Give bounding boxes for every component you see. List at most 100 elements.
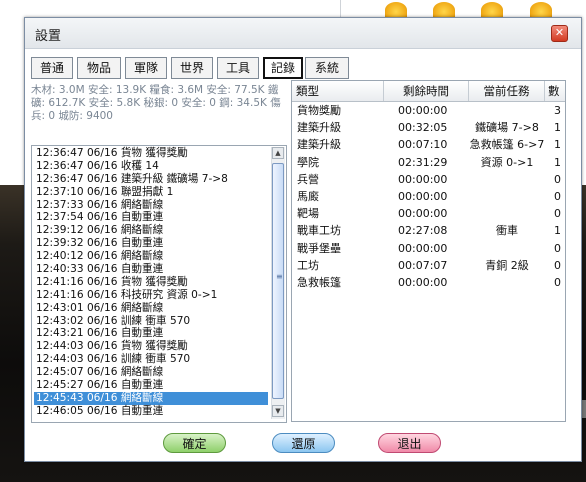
task-type: 急救帳篷 [297, 275, 341, 289]
scroll-down-icon[interactable]: ▼ [272, 405, 284, 417]
task-row[interactable]: 工坊 00:07:07 青銅 2級 0 [292, 257, 565, 274]
task-time: 02:27:08 [398, 224, 448, 238]
task-row[interactable]: 急救帳篷 00:00:00 0 [292, 274, 565, 291]
task-count: 0 [554, 207, 561, 221]
task-table-body: 貨物獎勵 00:00:00 3 建築升級 00:32:05 鐵礦場 7->8 1 建築升級 00… [292, 102, 565, 291]
close-button[interactable]: ✕ [551, 25, 568, 42]
tab-world[interactable]: 世界 [171, 57, 213, 79]
task-time: 00:00:00 [398, 172, 448, 186]
task-row[interactable]: 戰車工坊 02:27:08 衝車 1 [292, 222, 565, 239]
task-row[interactable]: 兵營 00:00:00 0 [292, 171, 565, 188]
task-count: 1 [554, 138, 561, 152]
log-row[interactable]: 12:36:47 06/16 建築升級 鐵礦場 7->8 [34, 173, 268, 186]
task-table: 類型 剩餘時間 當前任務 數 貨物獎勵 00:00:00 3 建築升級 00:32:05… [291, 80, 566, 422]
reset-button[interactable]: 還原 [272, 433, 335, 453]
log-row[interactable]: 12:37:54 06/16 自動重連 [34, 211, 268, 224]
ok-button[interactable]: 確定 [163, 433, 226, 453]
close-icon: ✕ [554, 26, 565, 39]
task-table-header: 類型 剩餘時間 當前任務 數 [292, 81, 565, 102]
exit-button[interactable]: 退出 [378, 433, 441, 453]
task-count: 0 [554, 172, 561, 186]
tab-tools[interactable]: 工具 [217, 57, 259, 79]
task-time: 00:32:05 [398, 121, 448, 135]
resource-summary: 木材: 3.0M 安全: 13.9K 糧食: 3.6M 安全: 77.5K 鐵礦… [31, 84, 281, 122]
task-time: 00:00:00 [398, 207, 448, 221]
task-time: 00:07:10 [398, 138, 448, 152]
task-type: 貨物獎勵 [297, 104, 341, 117]
log-listbox[interactable]: 12:36:47 06/16 貨物 獲得獎勵 12:36:47 06/16 收穫 … [31, 145, 287, 423]
log-row[interactable]: 12:36:47 06/16 貨物 獲得獎勵 [34, 147, 268, 160]
task-count: 0 [554, 241, 561, 255]
log-row[interactable]: 12:44:03 06/16 貨物 獲得獎勵 [34, 340, 268, 353]
log-row[interactable]: 12:39:32 06/16 自動重連 [34, 237, 268, 250]
log-row[interactable]: 12:39:12 06/16 網絡斷線 [34, 224, 268, 237]
log-row[interactable]: 12:40:12 06/16 網絡斷線 [34, 250, 268, 263]
task-count: 1 [554, 224, 561, 238]
task-row[interactable]: 建築升級 00:32:05 鐵礦場 7->8 1 [292, 119, 565, 136]
log-row[interactable]: 12:36:47 06/16 收穫 14 [34, 160, 268, 173]
task-time: 00:07:07 [398, 258, 448, 272]
task-current: 青銅 2級 [485, 258, 529, 272]
dialog-title: 設置 [35, 29, 62, 44]
task-count: 1 [554, 155, 561, 169]
task-time: 02:31:29 [398, 155, 448, 169]
tab-general[interactable]: 普通 [31, 57, 73, 79]
task-time: 00:00:00 [398, 241, 448, 255]
task-row[interactable]: 建築升級 00:07:10 急救帳篷 6->7 1 [292, 136, 565, 153]
col-current-task[interactable]: 當前任務 [469, 81, 545, 101]
task-row[interactable]: 馬廄 00:00:00 0 [292, 188, 565, 205]
emoji-icon [481, 2, 503, 18]
scroll-up-icon[interactable]: ▲ [272, 147, 284, 159]
tab-records[interactable]: 記錄 [263, 57, 303, 79]
task-time: 00:00:00 [398, 189, 448, 203]
task-count: 0 [554, 258, 561, 272]
task-row[interactable]: 貨物獎勵 00:00:00 3 [292, 102, 565, 119]
log-row[interactable]: 12:45:27 06/16 自動重連 [34, 379, 268, 392]
task-row[interactable]: 戰爭堡壘 00:00:00 0 [292, 240, 565, 257]
log-row[interactable]: 12:46:05 06/16 自動重連 [34, 405, 268, 418]
task-count: 0 [554, 275, 561, 289]
log-list: 12:36:47 06/16 貨物 獲得獎勵 12:36:47 06/16 收穫 … [34, 147, 268, 418]
col-remaining-time[interactable]: 剩餘時間 [384, 81, 469, 101]
task-type: 建築升級 [297, 121, 341, 135]
log-row[interactable]: 12:41:16 06/16 貨物 獲得獎勵 [34, 276, 268, 289]
task-type: 馬廄 [297, 189, 319, 203]
tab-system[interactable]: 系統 [305, 57, 349, 79]
task-current: 急救帳篷 6->7 [469, 138, 545, 152]
log-row[interactable]: 12:43:01 06/16 網絡斷線 [34, 302, 268, 315]
task-type: 學院 [297, 155, 319, 169]
task-time: 00:00:00 [398, 275, 448, 289]
tab-army[interactable]: 軍隊 [125, 57, 167, 79]
col-count[interactable]: 數 [545, 81, 565, 101]
task-count: 1 [554, 121, 561, 135]
task-current: 衝車 [496, 224, 518, 238]
col-type[interactable]: 類型 [292, 81, 384, 101]
log-row[interactable]: 12:40:33 06/16 自動重連 [34, 263, 268, 276]
task-current: 鐵礦場 7->8 [475, 121, 539, 135]
log-row[interactable]: 12:44:03 06/16 訓練 衝車 570 [34, 353, 268, 366]
task-row[interactable]: 靶場 00:00:00 0 [292, 205, 565, 222]
log-scrollbar[interactable]: ▲ ≡ ▼ [271, 147, 285, 419]
task-type: 工坊 [297, 258, 319, 272]
log-row[interactable]: 12:45:43 06/16 網絡斷線 [34, 391, 268, 405]
log-row[interactable]: 12:43:21 06/16 自動重連 [34, 327, 268, 340]
log-row[interactable]: 12:45:07 06/16 網絡斷線 [34, 366, 268, 379]
emoji-icon [385, 2, 407, 18]
task-time: 00:00:00 [398, 104, 448, 117]
task-row[interactable]: 學院 02:31:29 資源 0->1 1 [292, 154, 565, 171]
settings-dialog: 設置 ✕ 普通 物品 軍隊 世界 工具 記錄 系統 木材: 3.0M 安全: 1… [24, 17, 582, 462]
tab-items[interactable]: 物品 [77, 57, 121, 79]
task-type: 建築升級 [297, 138, 341, 152]
task-type: 戰爭堡壘 [297, 241, 341, 255]
task-count: 3 [554, 104, 561, 117]
log-row[interactable]: 12:43:02 06/16 訓練 衝車 570 [34, 315, 268, 328]
task-type: 戰車工坊 [297, 224, 341, 238]
task-type: 靶場 [297, 207, 319, 221]
log-row[interactable]: 12:37:33 06/16 網絡斷線 [34, 199, 268, 212]
log-row[interactable]: 12:37:10 06/16 聯盟捐獻 1 [34, 186, 268, 199]
log-row[interactable]: 12:41:16 06/16 科技研究 資源 0->1 [34, 289, 268, 302]
scroll-thumb[interactable]: ≡ [272, 163, 284, 399]
emoji-icon [530, 2, 552, 18]
task-count: 0 [554, 189, 561, 203]
grip-icon: ≡ [276, 272, 283, 281]
